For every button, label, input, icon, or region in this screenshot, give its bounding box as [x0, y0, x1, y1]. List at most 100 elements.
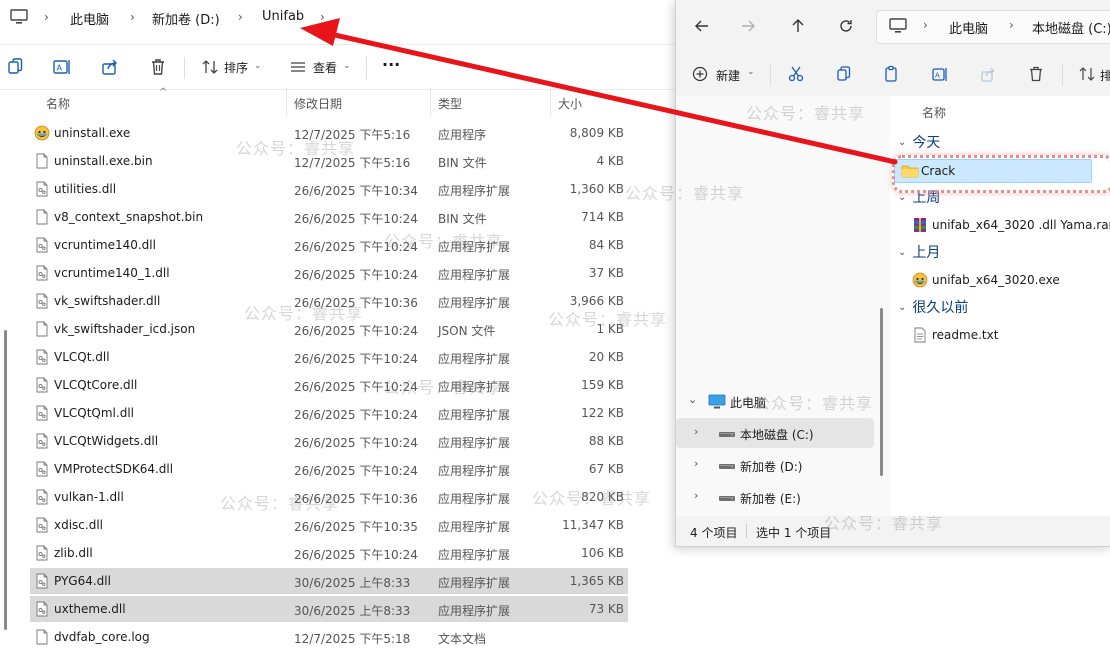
- breadcrumb-this-pc[interactable]: 此电脑: [949, 18, 988, 37]
- toolbar-divider: [770, 64, 771, 86]
- file-row[interactable]: uninstall.exe 12/7/2025 下午5:16 应用程序 8,809 K…: [30, 120, 628, 146]
- file-date: 26/6/2025 下午10:24: [294, 464, 418, 478]
- file-row[interactable]: utilities.dll 26/6/2025 下午10:34 应用程序扩展 1,36…: [30, 176, 628, 202]
- file-row[interactable]: vcruntime140_1.dll 26/6/2025 下午10:24 应用程序扩…: [30, 260, 628, 286]
- file-size: 8,809 KB: [569, 126, 624, 140]
- file-row[interactable]: VLCQt.dll 26/6/2025 下午10:24 应用程序扩展 20 KB: [30, 344, 628, 370]
- file-row[interactable]: vk_swiftshader_icd.json 26/6/2025 下午10:24…: [30, 316, 628, 342]
- file-row[interactable]: VLCQtQml.dll 26/6/2025 下午10:24 应用程序扩展 122 K…: [30, 400, 628, 426]
- breadcrumb-drive-c[interactable]: 本地磁盘 (C:): [1032, 18, 1110, 37]
- file-type: 应用程序扩展: [438, 436, 511, 450]
- chevron-down-icon: ⌄: [898, 247, 907, 258]
- content-item[interactable]: unifab_x64_3020 .dll Yama.rar: [906, 214, 1110, 236]
- file-row[interactable]: v8_context_snapshot.bin 26/6/2025 下午10:24…: [30, 204, 628, 230]
- file-row[interactable]: VLCQtWidgets.dll 26/6/2025 下午10:24 应用程序扩展 8…: [30, 428, 628, 454]
- file-name: uninstall.exe: [54, 126, 131, 140]
- file-size: 67 KB: [588, 462, 624, 476]
- file-row[interactable]: PYG64.dll 30/6/2025 上午8:33 应用程序扩展 1,365 KB: [30, 568, 628, 594]
- share-icon[interactable]: [100, 57, 120, 77]
- up-arrow-icon[interactable]: [788, 16, 808, 36]
- svg-text:A: A: [57, 64, 63, 73]
- chevron-right-icon[interactable]: ›: [694, 425, 698, 438]
- column-divider[interactable]: [430, 88, 431, 116]
- file-date: 26/6/2025 下午10:34: [294, 184, 418, 198]
- delete-icon[interactable]: [1027, 65, 1045, 83]
- file-row[interactable]: dvdfab_core.log 12/7/2025 下午5:18 文本文档: [30, 624, 628, 650]
- refresh-icon[interactable]: [836, 16, 856, 36]
- dll-icon: [34, 545, 50, 561]
- view-icon: [288, 57, 308, 77]
- file-date: 26/6/2025 下午10:24: [294, 240, 418, 254]
- address-bar[interactable]: › 此电脑 › 本地磁盘 (C:): [876, 10, 1110, 44]
- chevron-down-icon[interactable]: ⌄: [688, 393, 697, 406]
- sort-button[interactable]: 排: [1100, 67, 1110, 84]
- file-row[interactable]: vcruntime140.dll 26/6/2025 下午10:24 应用程序扩展 8…: [30, 232, 628, 258]
- file-type: 应用程序扩展: [438, 296, 511, 310]
- rename-icon[interactable]: A: [52, 57, 72, 77]
- group-header[interactable]: ⌄ 今天: [898, 132, 940, 152]
- chevron-down-icon: ⌄: [747, 67, 755, 77]
- file-type: 应用程序扩展: [438, 548, 511, 562]
- column-divider[interactable]: [286, 88, 287, 116]
- forward-arrow-icon[interactable]: [738, 16, 758, 36]
- nav-item[interactable]: › 新加卷 (E:): [676, 482, 874, 512]
- file-date: 26/6/2025 下午10:24: [294, 408, 418, 422]
- toolbar-divider: [366, 57, 367, 79]
- svg-text:A: A: [935, 72, 940, 80]
- column-name[interactable]: 名称: [46, 95, 70, 112]
- more-options-button[interactable]: ···: [382, 55, 400, 74]
- column-date[interactable]: 修改日期: [294, 95, 342, 112]
- column-name[interactable]: 名称: [922, 104, 946, 121]
- paste-icon[interactable]: [883, 65, 901, 83]
- file-row[interactable]: uxtheme.dll 30/6/2025 上午8:33 应用程序扩展 73 KB: [30, 596, 628, 622]
- file-name: VLCQtCore.dll: [54, 378, 138, 392]
- nav-item[interactable]: › 新加卷 (D:): [676, 450, 874, 480]
- cut-icon[interactable]: [787, 65, 805, 83]
- file-size: 37 KB: [588, 266, 624, 280]
- breadcrumb-drive-d[interactable]: 新加卷 (D:): [152, 9, 220, 28]
- content-item[interactable]: unifab_x64_3020.exe: [906, 269, 1106, 291]
- file-row[interactable]: xdisc.dll 26/6/2025 下午10:35 应用程序扩展 11,347 K…: [30, 512, 628, 538]
- copy-icon[interactable]: [835, 65, 853, 83]
- file-row[interactable]: VMProtectSDK64.dll 26/6/2025 下午10:24 应用程序扩…: [30, 456, 628, 482]
- file-date: 26/6/2025 下午10:24: [294, 212, 418, 226]
- new-button[interactable]: 新建: [716, 67, 740, 84]
- nav-item[interactable]: › 本地磁盘 (C:): [676, 418, 874, 448]
- content-item-name: unifab_x64_3020 .dll Yama.rar: [932, 218, 1110, 232]
- file-row[interactable]: VLCQtCore.dll 26/6/2025 下午10:24 应用程序扩展 159 …: [30, 372, 628, 398]
- vertical-scrollbar[interactable]: [4, 330, 7, 630]
- sort-icon: [1078, 65, 1096, 83]
- copy-icon[interactable]: [6, 57, 26, 77]
- file-row[interactable]: uninstall.exe.bin 12/7/2025 下午5:16 BIN 文件 4…: [30, 148, 628, 174]
- breadcrumb-this-pc[interactable]: 此电脑: [70, 9, 109, 28]
- file-name: VLCQtWidgets.dll: [54, 434, 159, 448]
- view-button[interactable]: 查看: [313, 59, 337, 76]
- file-row[interactable]: zlib.dll 26/6/2025 下午10:24 应用程序扩展 106 KB: [30, 540, 628, 566]
- address-bar[interactable]: › 此电脑 › 新加卷 (D:) › Unifab ›: [0, 0, 680, 36]
- file-size: 4 KB: [596, 154, 624, 168]
- vertical-scrollbar[interactable]: [880, 308, 883, 476]
- chevron-right-icon[interactable]: ›: [694, 457, 698, 470]
- content-item[interactable]: readme.txt: [906, 324, 1106, 346]
- rename-icon[interactable]: A: [931, 65, 949, 83]
- chevron-right-icon: ›: [320, 10, 325, 24]
- column-divider[interactable]: [550, 88, 551, 116]
- file-row[interactable]: vulkan-1.dll 26/6/2025 下午10:36 应用程序扩展 820 K…: [30, 484, 628, 510]
- delete-icon[interactable]: [148, 57, 168, 77]
- file-row[interactable]: vk_swiftshader.dll 26/6/2025 下午10:36 应用程序扩…: [30, 288, 628, 314]
- toolbar-divider: [1062, 64, 1063, 86]
- dll-icon: [34, 293, 50, 309]
- column-size[interactable]: 大小: [558, 95, 582, 112]
- group-header[interactable]: ⌄ 上月: [898, 242, 940, 262]
- back-arrow-icon[interactable]: [692, 16, 712, 36]
- column-type[interactable]: 类型: [438, 95, 462, 112]
- breadcrumb-unifab[interactable]: Unifab: [262, 9, 304, 24]
- toolbar-divider: [184, 57, 185, 79]
- chevron-right-icon[interactable]: ›: [694, 489, 698, 502]
- nav-item[interactable]: ⌄ 此电脑: [676, 386, 874, 416]
- group-header[interactable]: ⌄ 很久以前: [898, 297, 968, 317]
- share-icon[interactable]: [979, 65, 997, 83]
- chevron-down-icon: ⌄: [898, 302, 907, 313]
- file-date: 26/6/2025 下午10:35: [294, 520, 418, 534]
- sort-button[interactable]: 排序: [224, 59, 248, 76]
